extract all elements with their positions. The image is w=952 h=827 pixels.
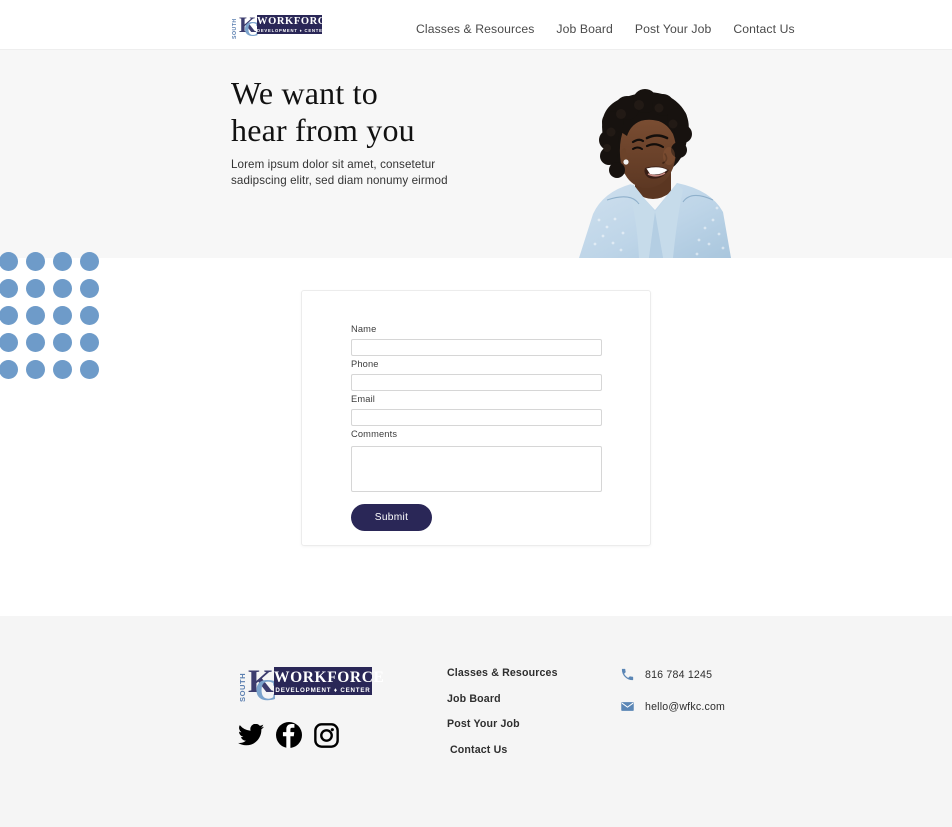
name-field-label: Name <box>351 324 377 334</box>
phone-icon <box>621 668 634 681</box>
email-row: hello@wfkc.com <box>620 699 725 714</box>
page-title: We want to hear from you <box>231 75 415 148</box>
decorative-dot <box>53 333 72 352</box>
footer-logo-tagline-text: DEVELOPMENT ♦ CENTER <box>275 687 371 694</box>
logo-tagline-text: DEVELOPMENT ♦ CENTER <box>257 28 327 33</box>
decorative-dot <box>0 333 18 352</box>
decorative-dot <box>0 252 18 271</box>
page-root: SOUTH K C WORKFORCE DEVELOPMENT ♦ CENTER… <box>0 0 952 827</box>
name-input[interactable] <box>351 339 602 356</box>
hero-section: We want to hear from you Lorem ipsum dol… <box>0 50 952 258</box>
header-logo[interactable]: SOUTH K C WORKFORCE DEVELOPMENT ♦ CENTER <box>231 14 334 40</box>
phone-row: 816 784 1245 <box>620 667 725 682</box>
submit-button[interactable]: Submit <box>351 504 432 531</box>
decorative-dot <box>80 360 99 379</box>
email-field-label: Email <box>351 394 375 404</box>
site-header: SOUTH K C WORKFORCE DEVELOPMENT ♦ CENTER… <box>0 0 952 50</box>
social-links <box>238 722 339 753</box>
decorative-dot <box>80 279 99 298</box>
logo-nameplate: WORKFORCE DEVELOPMENT ♦ CENTER <box>257 15 334 34</box>
footer-navigation: Classes & Resources Job Board Post Your … <box>447 667 558 769</box>
footer-link-classes-resources[interactable]: Classes & Resources <box>447 667 558 679</box>
contact-form-card: Name Phone Email Comments Submit <box>301 290 651 546</box>
decorative-dot <box>0 279 18 298</box>
decorative-dot <box>0 306 18 325</box>
decorative-dot <box>26 360 45 379</box>
footer-logo-south-text: SOUTH <box>238 672 247 702</box>
twitter-icon[interactable] <box>238 723 264 751</box>
nav-link-post-your-job[interactable]: Post Your Job <box>635 22 712 36</box>
decorative-dot <box>26 279 45 298</box>
decorative-dot <box>53 279 72 298</box>
decorative-dot <box>53 252 72 271</box>
footer-link-job-board[interactable]: Job Board <box>447 693 558 705</box>
hero-title-line-2: hear from you <box>231 111 415 148</box>
email-input[interactable] <box>351 409 602 426</box>
envelope-icon <box>621 702 634 711</box>
facebook-icon[interactable] <box>276 722 302 753</box>
hero-title-line-1: We want to <box>231 75 378 111</box>
decorative-dot <box>80 306 99 325</box>
logo-south-text: SOUTH <box>232 18 238 39</box>
hero-subtext-line-1: Lorem ipsum dolor sit amet, consetetur <box>231 158 436 171</box>
email-address-text: hello@wfkc.com <box>645 700 726 713</box>
smiling-woman-photo <box>573 88 755 258</box>
decorative-dot <box>0 360 18 379</box>
decorative-dot <box>53 360 72 379</box>
decorative-dot <box>53 306 72 325</box>
footer-logo-workforce-text: WORKFORCE <box>274 669 385 686</box>
phone-number-text: 816 784 1245 <box>645 668 713 681</box>
footer-logo-nameplate: WORKFORCE DEVELOPMENT ♦ CENTER <box>274 667 385 695</box>
footer-link-contact-us[interactable]: Contact Us <box>447 744 558 756</box>
nav-link-contact-us[interactable]: Contact Us <box>733 22 794 36</box>
logo-workforce-text: WORKFORCE <box>257 16 334 27</box>
phone-input[interactable] <box>351 374 602 391</box>
decorative-dot <box>26 252 45 271</box>
comments-textarea[interactable] <box>351 446 602 492</box>
main-navigation: Classes & Resources Job Board Post Your … <box>416 22 795 36</box>
decorative-dot <box>80 333 99 352</box>
footer-logo[interactable]: SOUTH K C WORKFORCE DEVELOPMENT ♦ CENTER <box>236 666 385 706</box>
hero-subtext-line-2: sadipscing elitr, sed diam nonumy eirmod <box>231 173 448 187</box>
nav-link-classes-resources[interactable]: Classes & Resources <box>416 22 534 36</box>
decorative-dot <box>80 252 99 271</box>
nav-link-job-board[interactable]: Job Board <box>556 22 612 36</box>
hero-subtext: Lorem ipsum dolor sit amet, consetetur s… <box>231 157 448 188</box>
instagram-icon[interactable] <box>314 722 339 753</box>
footer-link-post-your-job[interactable]: Post Your Job <box>447 718 558 730</box>
decorative-dot <box>26 306 45 325</box>
phone-field-label: Phone <box>351 359 379 369</box>
comments-field-label: Comments <box>351 429 398 439</box>
decorative-dot <box>26 333 45 352</box>
footer-contact-info: 816 784 1245 hello@wfkc.com <box>620 667 725 731</box>
